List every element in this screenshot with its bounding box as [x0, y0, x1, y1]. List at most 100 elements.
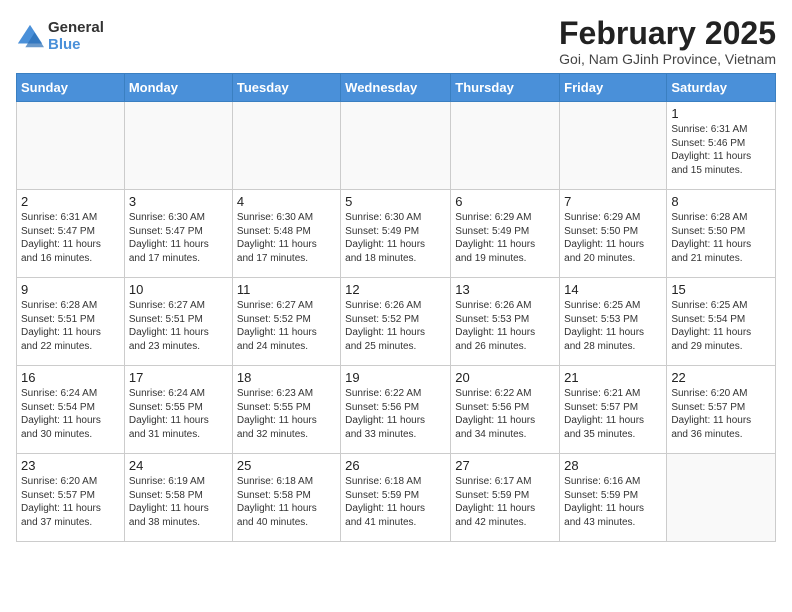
day-info: Sunrise: 6:19 AM Sunset: 5:58 PM Dayligh…	[129, 475, 228, 529]
day-info: Sunrise: 6:17 AM Sunset: 5:59 PM Dayligh…	[455, 475, 555, 529]
day-number: 12	[345, 282, 446, 297]
day-cell	[667, 454, 776, 542]
day-cell	[560, 102, 667, 190]
day-cell: 28Sunrise: 6:16 AM Sunset: 5:59 PM Dayli…	[560, 454, 667, 542]
day-cell: 18Sunrise: 6:23 AM Sunset: 5:55 PM Dayli…	[232, 366, 340, 454]
day-number: 25	[237, 458, 336, 473]
day-info: Sunrise: 6:24 AM Sunset: 5:54 PM Dayligh…	[21, 387, 120, 441]
day-info: Sunrise: 6:26 AM Sunset: 5:52 PM Dayligh…	[345, 299, 446, 353]
day-number: 16	[21, 370, 120, 385]
day-cell: 22 Sunrise: 6:20 AM Sunset: 5:57 PM Dayli…	[667, 366, 776, 454]
logo-blue: Blue	[48, 37, 104, 54]
calendar-table: SundayMondayTuesdayWednesdayThursdayFrid…	[16, 73, 776, 542]
day-info: Sunrise: 6:20 AM Sunset: 5:57 PM Dayligh…	[671, 387, 771, 441]
day-number: 23	[21, 458, 120, 473]
day-info: Sunrise: 6:21 AM Sunset: 5:57 PM Dayligh…	[564, 387, 662, 441]
day-info: Sunrise: 6:30 AM Sunset: 5:48 PM Dayligh…	[237, 211, 336, 265]
day-cell: 25 Sunrise: 6:18 AM Sunset: 5:58 PM Dayli…	[232, 454, 340, 542]
day-cell: 26 Sunrise: 6:18 AM Sunset: 5:59 PM Dayli…	[341, 454, 451, 542]
day-cell: 13 Sunrise: 6:26 AM Sunset: 5:53 PM Dayli…	[451, 278, 560, 366]
day-number: 14	[564, 282, 662, 297]
day-number: 3	[129, 194, 228, 209]
day-cell: 23Sunrise: 6:20 AM Sunset: 5:57 PM Dayli…	[17, 454, 125, 542]
day-cell: 1 Sunrise: 6:31 AM Sunset: 5:46 PM Daylig…	[667, 102, 776, 190]
header-wednesday: Wednesday	[341, 74, 451, 102]
day-info: Sunrise: 6:22 AM Sunset: 5:56 PM Dayligh…	[345, 387, 446, 441]
day-number: 9	[21, 282, 120, 297]
day-number: 10	[129, 282, 228, 297]
day-cell: 5 Sunrise: 6:30 AM Sunset: 5:49 PM Daylig…	[341, 190, 451, 278]
calendar-subtitle: Goi, Nam GJinh Province, Vietnam	[559, 51, 776, 67]
day-cell: 20 Sunrise: 6:22 AM Sunset: 5:56 PM Dayli…	[451, 366, 560, 454]
day-cell: 17 Sunrise: 6:24 AM Sunset: 5:55 PM Dayli…	[124, 366, 232, 454]
day-number: 8	[671, 194, 771, 209]
day-info: Sunrise: 6:26 AM Sunset: 5:53 PM Dayligh…	[455, 299, 555, 353]
week-row-2: 9 Sunrise: 6:28 AM Sunset: 5:51 PM Daylig…	[17, 278, 776, 366]
day-info: Sunrise: 6:28 AM Sunset: 5:51 PM Dayligh…	[21, 299, 120, 353]
day-info: Sunrise: 6:29 AM Sunset: 5:49 PM Dayligh…	[455, 211, 555, 265]
day-number: 18	[237, 370, 336, 385]
day-info: Sunrise: 6:25 AM Sunset: 5:53 PM Dayligh…	[564, 299, 662, 353]
day-cell: 11 Sunrise: 6:27 AM Sunset: 5:52 PM Dayli…	[232, 278, 340, 366]
day-number: 13	[455, 282, 555, 297]
week-row-0: 1 Sunrise: 6:31 AM Sunset: 5:46 PM Daylig…	[17, 102, 776, 190]
day-number: 7	[564, 194, 662, 209]
day-info: Sunrise: 6:29 AM Sunset: 5:50 PM Dayligh…	[564, 211, 662, 265]
header-saturday: Saturday	[667, 74, 776, 102]
day-info: Sunrise: 6:27 AM Sunset: 5:52 PM Dayligh…	[237, 299, 336, 353]
calendar-header-row: SundayMondayTuesdayWednesdayThursdayFrid…	[17, 74, 776, 102]
calendar-title: February 2025	[559, 16, 776, 51]
day-number: 5	[345, 194, 446, 209]
day-cell: 9 Sunrise: 6:28 AM Sunset: 5:51 PM Daylig…	[17, 278, 125, 366]
day-number: 28	[564, 458, 662, 473]
day-number: 11	[237, 282, 336, 297]
day-info: Sunrise: 6:28 AM Sunset: 5:50 PM Dayligh…	[671, 211, 771, 265]
day-cell: 19 Sunrise: 6:22 AM Sunset: 5:56 PM Dayli…	[341, 366, 451, 454]
day-number: 21	[564, 370, 662, 385]
day-info: Sunrise: 6:22 AM Sunset: 5:56 PM Dayligh…	[455, 387, 555, 441]
day-cell: 27 Sunrise: 6:17 AM Sunset: 5:59 PM Dayli…	[451, 454, 560, 542]
day-number: 20	[455, 370, 555, 385]
day-info: Sunrise: 6:18 AM Sunset: 5:59 PM Dayligh…	[345, 475, 446, 529]
week-row-1: 2 Sunrise: 6:31 AM Sunset: 5:47 PM Daylig…	[17, 190, 776, 278]
page-header: General Blue February 2025 Goi, Nam GJin…	[16, 16, 776, 67]
day-number: 22	[671, 370, 771, 385]
day-info: Sunrise: 6:24 AM Sunset: 5:55 PM Dayligh…	[129, 387, 228, 441]
logo-general: General	[48, 20, 104, 37]
day-cell: 15 Sunrise: 6:25 AM Sunset: 5:54 PM Dayli…	[667, 278, 776, 366]
day-info: Sunrise: 6:31 AM Sunset: 5:47 PM Dayligh…	[21, 211, 120, 265]
day-cell: 12 Sunrise: 6:26 AM Sunset: 5:52 PM Dayli…	[341, 278, 451, 366]
week-row-4: 23Sunrise: 6:20 AM Sunset: 5:57 PM Dayli…	[17, 454, 776, 542]
header-tuesday: Tuesday	[232, 74, 340, 102]
day-number: 6	[455, 194, 555, 209]
logo-icon	[16, 23, 44, 51]
day-cell: 14 Sunrise: 6:25 AM Sunset: 5:53 PM Dayli…	[560, 278, 667, 366]
day-number: 19	[345, 370, 446, 385]
day-number: 2	[21, 194, 120, 209]
logo-text: General Blue	[48, 20, 104, 53]
day-number: 17	[129, 370, 228, 385]
day-cell: 6 Sunrise: 6:29 AM Sunset: 5:49 PM Daylig…	[451, 190, 560, 278]
logo: General Blue	[16, 20, 104, 53]
day-cell: 3 Sunrise: 6:30 AM Sunset: 5:47 PM Daylig…	[124, 190, 232, 278]
day-number: 26	[345, 458, 446, 473]
header-monday: Monday	[124, 74, 232, 102]
day-info: Sunrise: 6:31 AM Sunset: 5:46 PM Dayligh…	[671, 123, 771, 177]
day-number: 27	[455, 458, 555, 473]
day-cell: 7 Sunrise: 6:29 AM Sunset: 5:50 PM Daylig…	[560, 190, 667, 278]
day-cell: 8 Sunrise: 6:28 AM Sunset: 5:50 PM Daylig…	[667, 190, 776, 278]
day-number: 1	[671, 106, 771, 121]
day-info: Sunrise: 6:30 AM Sunset: 5:49 PM Dayligh…	[345, 211, 446, 265]
day-number: 15	[671, 282, 771, 297]
header-friday: Friday	[560, 74, 667, 102]
day-cell	[341, 102, 451, 190]
day-info: Sunrise: 6:27 AM Sunset: 5:51 PM Dayligh…	[129, 299, 228, 353]
day-cell	[124, 102, 232, 190]
day-info: Sunrise: 6:25 AM Sunset: 5:54 PM Dayligh…	[671, 299, 771, 353]
day-info: Sunrise: 6:30 AM Sunset: 5:47 PM Dayligh…	[129, 211, 228, 265]
day-info: Sunrise: 6:18 AM Sunset: 5:58 PM Dayligh…	[237, 475, 336, 529]
day-number: 24	[129, 458, 228, 473]
header-thursday: Thursday	[451, 74, 560, 102]
day-cell: 4Sunrise: 6:30 AM Sunset: 5:48 PM Daylig…	[232, 190, 340, 278]
day-cell	[451, 102, 560, 190]
